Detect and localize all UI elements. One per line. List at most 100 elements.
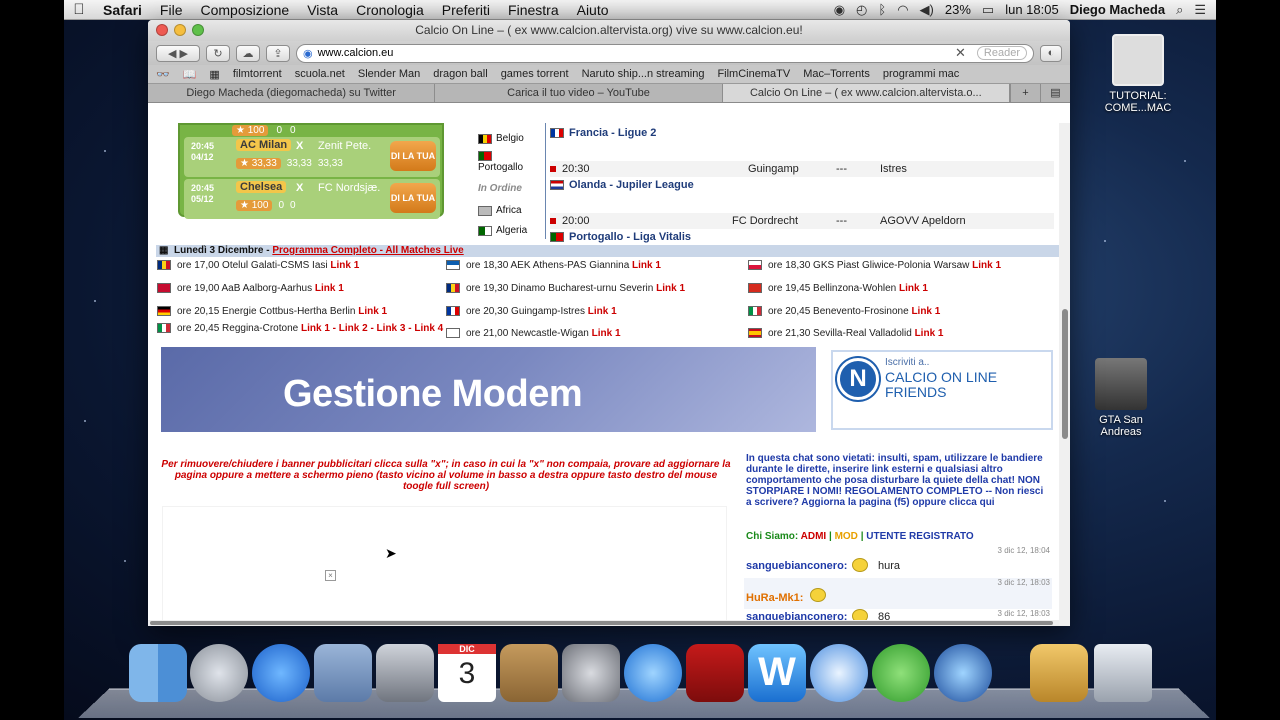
calendar-icon[interactable]: DIC 3 (438, 644, 496, 702)
menu-composizione[interactable]: Composizione (191, 2, 298, 18)
menu-cronologia[interactable]: Cronologia (347, 2, 433, 18)
tab-calcion[interactable]: Calcio On Line – ( ex www.calcion.alterv… (722, 84, 1010, 102)
stream-link[interactable]: Link 1 (911, 306, 940, 317)
itunes-icon[interactable] (624, 644, 682, 702)
zoom-window-button[interactable] (192, 24, 204, 36)
bookmark-item[interactable]: Mac–Torrents (803, 68, 870, 80)
programma-completo-link[interactable]: Programma Completo - All Matches Live (272, 245, 463, 256)
stream-link[interactable]: Link 1 (588, 306, 617, 317)
league-header[interactable]: Portogallo - Liga Vitalis (550, 231, 691, 243)
bluetooth-icon[interactable]: ᛒ (878, 2, 886, 17)
league-match-row[interactable]: 20:30 Guingamp --- Istres (550, 161, 1054, 177)
gestione-modem-banner[interactable]: Gestione Modem (161, 347, 816, 432)
league-match-row[interactable]: 20:00 FC Dordrecht --- AGOVV Apeldorn (550, 213, 1054, 229)
di-la-tua-button[interactable]: DI LA TUA (390, 183, 436, 213)
bookmarks-book-icon[interactable]: 📖 (183, 68, 197, 81)
photo-booth-icon[interactable] (686, 644, 744, 702)
address-bar[interactable]: ◉ www.calcion.eu ✕ Reader (296, 43, 1034, 63)
stop-loading-icon[interactable]: ✕ (955, 45, 966, 61)
stream-link[interactable]: Link 1 (330, 260, 359, 271)
scrollbar-thumb[interactable] (150, 621, 1053, 625)
close-window-button[interactable] (156, 24, 168, 36)
stream-link[interactable]: Link 1 (915, 328, 944, 339)
registrato-label[interactable]: UTENTE REGISTRATO (866, 531, 973, 542)
bookmark-item[interactable]: Naruto ship...n streaming (582, 68, 705, 80)
minimize-window-button[interactable] (174, 24, 186, 36)
country-algeria[interactable]: Algeria (478, 225, 527, 236)
scrollbar-thumb[interactable] (1062, 309, 1068, 439)
spotlight-icon[interactable]: ⌕ (1176, 2, 1183, 18)
tab-overview-icon[interactable]: ▤ (1039, 84, 1070, 102)
wifi-icon[interactable]: ◠ (897, 2, 908, 18)
stream-link[interactable]: Link 1 (632, 260, 661, 271)
address-book-icon[interactable] (500, 644, 558, 702)
desktop-icon-tutorial[interactable]: TUTORIAL: COME...MAC (1098, 34, 1178, 114)
new-tab-icon[interactable]: + (1009, 84, 1040, 102)
league-header[interactable]: Olanda - Jupiler League (550, 179, 694, 191)
mod-label[interactable]: MOD (835, 531, 858, 542)
share-button[interactable]: ⇪ (266, 44, 290, 62)
horizontal-scrollbar[interactable] (148, 620, 1059, 626)
menu-vista[interactable]: Vista (298, 2, 347, 18)
menu-aiuto[interactable]: Aiuto (568, 2, 618, 18)
friends-box[interactable]: N Iscriviti a.. CALCIO ON LINE FRIENDS (831, 350, 1053, 430)
back-forward-buttons[interactable]: ◀ ▶ (156, 44, 200, 62)
country-portogallo[interactable]: Portogallo (478, 151, 523, 173)
league-header[interactable]: Francia - Ligue 2 (550, 127, 656, 139)
bookmark-item[interactable]: filmtorrent (233, 68, 282, 80)
app-store-icon[interactable] (252, 644, 310, 702)
notification-list-icon[interactable]: ☰ (1194, 2, 1206, 18)
quicktime-icon[interactable] (934, 644, 992, 702)
apple-icon[interactable]:  (64, 1, 94, 18)
stream-link[interactable]: Link 1 (899, 283, 928, 294)
stream-link[interactable]: Link 1 (315, 283, 344, 294)
launchpad-icon[interactable] (190, 644, 248, 702)
bookmark-item[interactable]: dragon ball (433, 68, 487, 80)
downloads-stack-icon[interactable] (1030, 644, 1088, 702)
url-text[interactable]: www.calcion.eu (318, 47, 394, 59)
di-la-tua-button[interactable]: DI LA TUA (390, 141, 436, 171)
battery-icon[interactable]: ▭ (982, 2, 994, 18)
downloads-button[interactable]: ◐ (1040, 44, 1062, 62)
country-africa[interactable]: Africa (478, 205, 522, 216)
reader-button[interactable]: Reader (976, 46, 1027, 60)
facetime-icon[interactable] (376, 644, 434, 702)
bookmark-item[interactable]: games torrent (501, 68, 569, 80)
bookmark-item[interactable]: FilmCinemaTV (717, 68, 790, 80)
top-sites-icon[interactable]: ▦ (209, 68, 219, 81)
desktop-icon-gta[interactable]: GTA San Andreas (1081, 358, 1161, 438)
menu-file[interactable]: File (151, 2, 192, 18)
word-icon[interactable]: W (748, 644, 806, 702)
reload-button[interactable]: ↻ (206, 44, 230, 62)
bookmark-item[interactable]: scuola.net (295, 68, 345, 80)
menu-app[interactable]: Safari (94, 2, 151, 18)
menu-clock[interactable]: lun 18:05 (1005, 2, 1059, 17)
chat-user[interactable]: sanguebianconero: (746, 560, 847, 572)
icloud-button[interactable]: ☁ (236, 44, 260, 62)
tab-youtube[interactable]: Carica il tuo video – YouTube (435, 84, 723, 102)
menu-preferiti[interactable]: Preferiti (433, 2, 499, 18)
time-machine-icon[interactable]: ◴ (856, 2, 867, 18)
menu-user[interactable]: Diego Macheda (1070, 2, 1165, 17)
bookmark-item[interactable]: programmi mac (883, 68, 959, 80)
reading-list-icon[interactable]: 👓 (156, 68, 170, 81)
admi-label[interactable]: ADMI (801, 531, 827, 542)
stream-link[interactable]: Link 1 (656, 283, 685, 294)
screen-record-icon[interactable]: ◉ (834, 2, 845, 18)
system-preferences-icon[interactable] (562, 644, 620, 702)
chat-user[interactable]: HuRa-Mk1: (746, 592, 803, 604)
stream-link[interactable]: Link 1 - Link 2 - Link 3 - Link 4 (301, 323, 443, 334)
volume-icon[interactable]: ◀) (920, 2, 934, 18)
mail-stamp-icon[interactable] (314, 644, 372, 702)
trash-icon[interactable] (1094, 644, 1152, 702)
vertical-scrollbar[interactable] (1059, 123, 1070, 626)
bookmark-item[interactable]: Slender Man (358, 68, 420, 80)
country-belgio[interactable]: Belgio (478, 133, 524, 144)
utorrent-icon[interactable] (872, 644, 930, 702)
finder-icon[interactable] (129, 644, 187, 702)
menu-finestra[interactable]: Finestra (499, 2, 568, 18)
safari-icon[interactable] (810, 644, 868, 702)
stream-link[interactable]: Link 1 (592, 328, 621, 339)
stream-link[interactable]: Link 1 (972, 260, 1001, 271)
tab-twitter[interactable]: Diego Macheda (diegomacheda) su Twitter (148, 84, 436, 102)
